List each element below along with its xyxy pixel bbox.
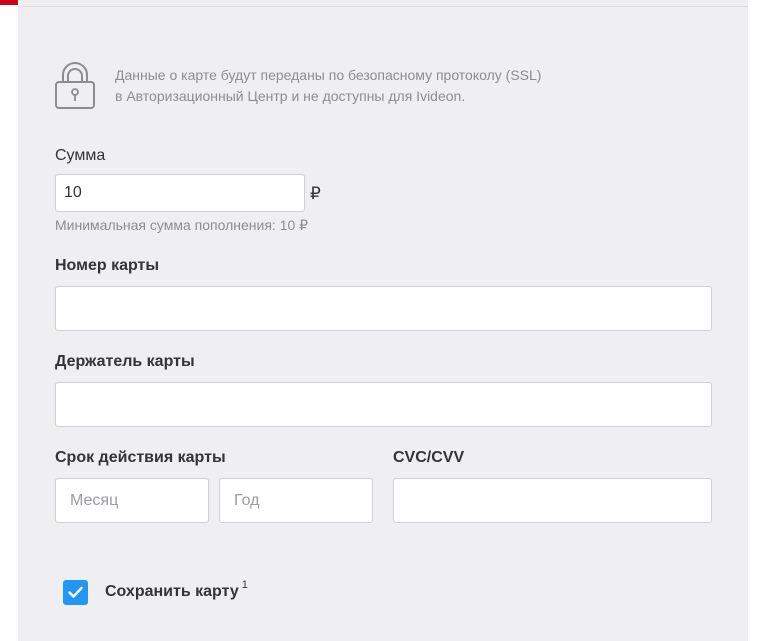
expiry-year-input[interactable]	[219, 478, 373, 523]
currency-symbol: ₽	[310, 184, 321, 203]
footnote-marker: 1	[241, 579, 248, 591]
security-notice: Данные о карте будут переданы по безопас…	[54, 62, 654, 112]
card-holder-input[interactable]	[55, 382, 712, 427]
card-number-input[interactable]	[55, 286, 712, 331]
security-text: Данные о карте будут переданы по безопас…	[115, 65, 541, 107]
security-text-line1: Данные о карте будут переданы по безопас…	[115, 67, 542, 83]
card-holder-label: Держатель карты	[55, 353, 195, 370]
payment-form-panel: Данные о карте будут переданы по безопас…	[18, 0, 748, 641]
save-card-checkbox[interactable]	[63, 580, 88, 605]
divider	[18, 6, 748, 7]
cvc-label: CVC/CVV	[393, 449, 465, 466]
expiry-label: Срок действия карты	[55, 449, 226, 466]
card-number-label: Номер карты	[55, 257, 160, 274]
amount-hint: Минимальная сумма пополнения: 10 ₽	[55, 217, 309, 233]
amount-input[interactable]	[55, 174, 305, 212]
checkmark-icon	[68, 586, 83, 598]
save-card-label[interactable]: Сохранить карту 1	[105, 579, 248, 601]
amount-label: Сумма	[55, 147, 106, 164]
expiry-month-input[interactable]	[55, 478, 209, 523]
save-card-text: Сохранить карту	[105, 583, 239, 600]
brand-accent-bar	[0, 0, 18, 5]
security-text-line2: в Авторизационный Центр и не доступны дл…	[115, 88, 466, 104]
lock-icon	[55, 62, 95, 109]
cvc-input[interactable]	[393, 478, 712, 523]
